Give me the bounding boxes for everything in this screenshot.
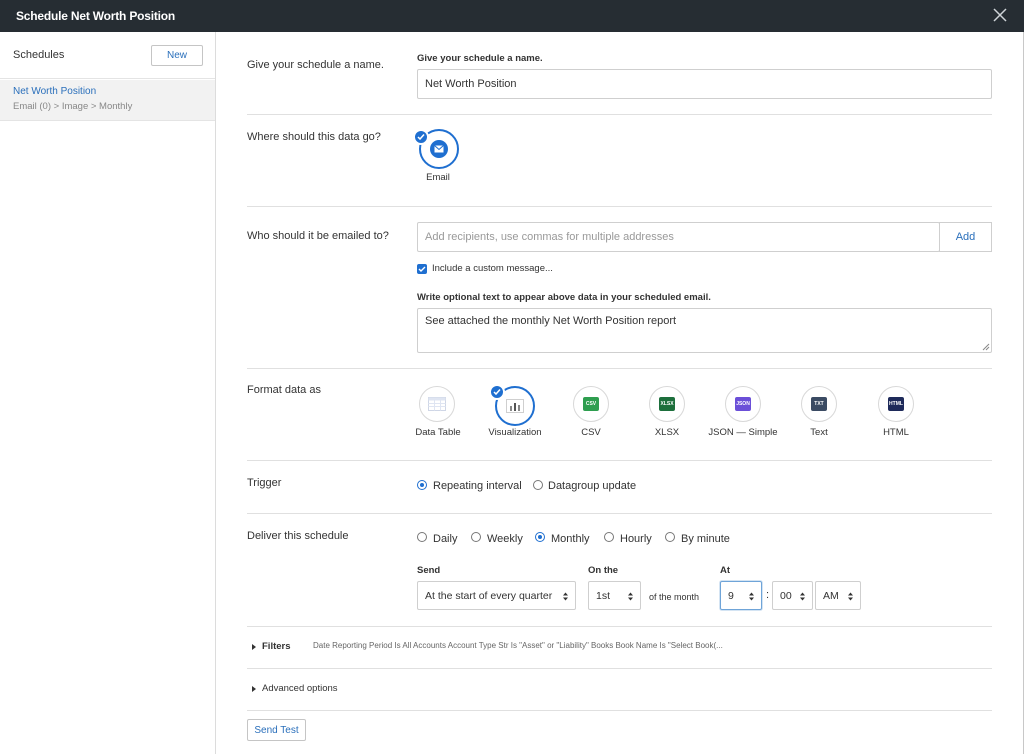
- minute-value: 00: [780, 589, 792, 602]
- caret-right-icon: [252, 643, 256, 650]
- select-arrows-icon: [749, 592, 754, 601]
- divider: [247, 114, 992, 115]
- filters-toggle[interactable]: Filters: [252, 641, 291, 652]
- sidebar-header: Schedules New: [0, 32, 215, 79]
- format-option-csv[interactable]: CSV: [573, 386, 609, 422]
- hour-select[interactable]: 9: [720, 581, 762, 610]
- day-of-month-value: 1st: [596, 589, 611, 602]
- custom-message-value: See attached the monthly Net Worth Posit…: [425, 315, 677, 327]
- format-section-label: Format data as: [247, 384, 321, 396]
- json-icon: JSON: [735, 397, 751, 411]
- csv-icon: CSV: [583, 397, 599, 411]
- caret-right-icon: [252, 685, 256, 692]
- day-of-month-select[interactable]: 1st: [588, 581, 641, 610]
- recipients-section-label: Who should it be emailed to?: [247, 230, 389, 242]
- on-the-caption: On the: [588, 565, 619, 576]
- deliver-section-label: Deliver this schedule: [247, 530, 349, 542]
- ampm-select[interactable]: AM: [815, 581, 861, 610]
- xlsx-icon: XLSX: [659, 397, 675, 411]
- envelope-icon: [430, 140, 448, 158]
- send-frequency-select[interactable]: At the start of every quarter: [417, 581, 576, 610]
- advanced-options-label: Advanced options: [262, 683, 338, 694]
- custom-message-caption: Write optional text to appear above data…: [417, 292, 711, 303]
- divider: [247, 710, 992, 711]
- filters-summary: Date Reporting Period Is All Accounts Ac…: [313, 641, 723, 650]
- select-arrows-icon: [563, 592, 568, 601]
- format-option-data-table[interactable]: [419, 386, 455, 422]
- of-the-month-label: of the month: [649, 592, 700, 602]
- deliver-radio-hourly[interactable]: [604, 532, 614, 542]
- minute-select[interactable]: 00: [772, 581, 813, 610]
- email-option-label: Email: [426, 172, 450, 183]
- text-icon: TXT: [811, 397, 827, 411]
- format-option-json[interactable]: JSON: [725, 386, 761, 422]
- dialog-title: Schedule Net Worth Position: [16, 9, 176, 23]
- time-separator: :: [766, 589, 770, 601]
- add-recipient-button[interactable]: Add: [939, 222, 992, 252]
- sidebar-item-net-worth-position[interactable]: Net Worth Position Email (0) > Image > M…: [0, 80, 215, 121]
- recipients-placeholder: Add recipients, use commas for multiple …: [425, 231, 674, 243]
- send-caption: Send: [417, 565, 441, 576]
- custom-message-checkbox[interactable]: [417, 264, 427, 274]
- recipients-input[interactable]: Add recipients, use commas for multiple …: [417, 222, 940, 252]
- select-arrows-icon: [800, 592, 805, 601]
- close-icon[interactable]: [992, 7, 1008, 23]
- destination-section-label: Where should this data go?: [247, 131, 381, 143]
- divider: [247, 513, 992, 514]
- divider: [247, 460, 992, 461]
- deliver-label-daily: Daily: [433, 533, 458, 545]
- schedule-name-input[interactable]: Net Worth Position: [417, 69, 992, 99]
- send-test-button[interactable]: Send Test: [247, 719, 306, 741]
- schedules-sidebar: Schedules New Net Worth Position Email (…: [0, 32, 216, 754]
- schedule-name-value: Net Worth Position: [425, 78, 517, 90]
- at-caption: At: [720, 565, 731, 576]
- deliver-label-weekly: Weekly: [487, 533, 523, 545]
- hour-value: 9: [728, 589, 734, 602]
- custom-message-label: Include a custom message...: [432, 263, 553, 274]
- selected-check-icon: [489, 384, 505, 400]
- name-field-caption: Give your schedule a name.: [417, 53, 543, 64]
- name-section-label: Give your schedule a name.: [247, 59, 384, 71]
- ampm-value: AM: [823, 589, 839, 602]
- schedule-meta: Email (0) > Image > Monthly: [13, 101, 133, 112]
- sidebar-title: Schedules: [13, 49, 65, 61]
- select-arrows-icon: [628, 592, 633, 601]
- trigger-radio-datagroup-update[interactable]: [533, 480, 543, 490]
- format-label-html: HTML: [883, 427, 909, 438]
- custom-message-textarea[interactable]: See attached the monthly Net Worth Posit…: [417, 308, 992, 353]
- deliver-label-monthly: Monthly: [551, 533, 590, 545]
- deliver-label-hourly: Hourly: [620, 533, 652, 545]
- divider: [247, 368, 992, 369]
- dialog-titlebar: Schedule Net Worth Position: [0, 0, 1024, 32]
- send-frequency-value: At the start of every quarter: [425, 589, 553, 602]
- advanced-options-toggle[interactable]: Advanced options: [252, 683, 338, 694]
- deliver-radio-weekly[interactable]: [471, 532, 481, 542]
- trigger-radio-repeating-interval[interactable]: [417, 480, 427, 490]
- divider: [247, 626, 992, 627]
- visualization-icon: [506, 399, 524, 413]
- select-arrows-icon: [848, 592, 853, 601]
- new-schedule-button[interactable]: New: [151, 45, 203, 66]
- divider: [247, 668, 992, 669]
- selected-check-icon: [413, 129, 429, 145]
- trigger-label-repeating-interval: Repeating interval: [433, 480, 522, 492]
- data-table-icon: [428, 397, 446, 411]
- trigger-section-label: Trigger: [247, 477, 282, 489]
- schedule-name: Net Worth Position: [13, 86, 97, 97]
- deliver-radio-daily[interactable]: [417, 532, 427, 542]
- resize-handle-icon[interactable]: [982, 343, 990, 351]
- deliver-label-by-minute: By minute: [681, 533, 730, 545]
- trigger-label-datagroup-update: Datagroup update: [548, 480, 637, 492]
- format-option-text[interactable]: TXT: [801, 386, 837, 422]
- html-icon: HTML: [888, 397, 904, 411]
- format-option-xlsx[interactable]: XLSX: [649, 386, 685, 422]
- filters-label: Filters: [262, 641, 291, 652]
- divider: [247, 206, 992, 207]
- format-option-html[interactable]: HTML: [878, 386, 914, 422]
- deliver-radio-monthly[interactable]: [535, 532, 545, 542]
- deliver-radio-by-minute[interactable]: [665, 532, 675, 542]
